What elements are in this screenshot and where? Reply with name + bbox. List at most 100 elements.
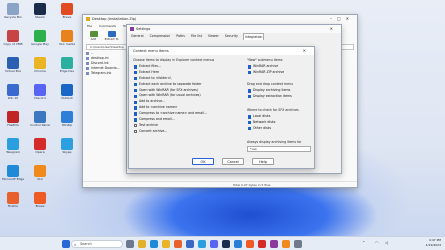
checkbox-label: Open with WinRAR (for usual archives) [139, 93, 201, 98]
search-box[interactable]: ⌕ Search [71, 240, 123, 248]
start-icon[interactable] [62, 240, 70, 248]
desktop-icon[interactable]: Brave [29, 192, 51, 209]
desktop-icon[interactable]: Firefox [2, 192, 24, 209]
checkbox-checked-icon[interactable] [248, 121, 252, 125]
desktop-icon[interactable]: Outlook [56, 84, 78, 101]
window-controls[interactable]: –□✕ [330, 15, 354, 23]
checkbox-checked-icon[interactable] [134, 118, 138, 122]
checkbox-checked-icon[interactable] [248, 89, 252, 93]
app-icon [61, 138, 73, 150]
desktop-icon[interactable]: Chrome [29, 57, 51, 74]
settings-icon[interactable] [294, 240, 302, 248]
checkbox-unchecked-icon[interactable] [134, 129, 138, 134]
chrome-icon[interactable] [162, 240, 170, 248]
app-icon [34, 3, 46, 15]
help-button[interactable]: Help [252, 158, 274, 165]
add-button[interactable]: Add [86, 30, 101, 43]
system-clock[interactable]: 4:47 PM 1/19/2024 [426, 238, 441, 248]
checkbox-checked-icon[interactable] [248, 71, 252, 75]
store-icon[interactable] [186, 240, 194, 248]
checkbox-item[interactable]: Convert archive... [133, 129, 237, 135]
checkbox-checked-icon[interactable] [134, 82, 138, 87]
left-group-label: Choose items to display in Explorer cont… [133, 58, 215, 62]
checkbox-checked-icon[interactable] [248, 65, 252, 69]
checkbox-checked-icon[interactable] [134, 106, 138, 110]
settings-titlebar[interactable]: Settings ✕ [127, 25, 341, 33]
checkbox-checked-icon[interactable] [248, 126, 252, 131]
winrar-titlebar[interactable]: Desktop (Installation.Zip) –□✕ [83, 15, 357, 23]
tab-viewer[interactable]: Viewer [207, 33, 220, 40]
desktop-icon[interactable]: Copy of VMB [2, 30, 24, 47]
task-view-icon[interactable] [126, 240, 134, 248]
checkbox-checked-icon[interactable] [248, 95, 252, 99]
telegram-icon[interactable] [198, 240, 206, 248]
context-menu-titlebar[interactable]: Context menu items ✕ [129, 47, 314, 55]
desktop-icon[interactable]: FileZilla [2, 111, 24, 128]
where-list: Local disks Network disks Other disks [247, 114, 311, 132]
desktop-icon[interactable]: Opera [29, 138, 51, 155]
firefox-icon[interactable] [174, 240, 182, 248]
checkbox-label: Extract Here [139, 69, 159, 74]
desktop-icon[interactable]: VLC media [56, 30, 78, 47]
desktop-icon-label: Outlook [61, 97, 73, 100]
desktop-icon[interactable]: WinZip [56, 111, 78, 128]
vscode-icon[interactable] [234, 240, 242, 248]
checkbox-checked-icon[interactable] [134, 71, 138, 75]
wifi-icon[interactable]: ◠ [375, 240, 379, 245]
checkbox-label: WinRAR archive [253, 64, 279, 68]
close-icon[interactable]: ✕ [330, 25, 338, 33]
ok-button[interactable]: OK [192, 158, 214, 165]
checkbox-checked-icon[interactable] [134, 100, 138, 104]
brave-icon[interactable] [246, 240, 254, 248]
desktop-icon-label: Recycle Bin [4, 16, 22, 19]
drag-drop-list: Display archiving items Display extractio… [247, 88, 311, 100]
desktop-icon[interactable]: Recycle Bin [2, 3, 24, 20]
checkbox-checked-icon[interactable] [134, 76, 138, 81]
speaker-icon[interactable]: ◁ [385, 240, 388, 245]
discord-icon[interactable] [210, 240, 218, 248]
checkbox-checked-icon[interactable] [134, 112, 138, 116]
close-icon[interactable]: ✕ [303, 47, 311, 55]
menu-commands[interactable]: Commands [99, 24, 116, 28]
desktop-icon[interactable]: Win 10 [2, 84, 24, 101]
menu-file[interactable]: File [87, 24, 92, 28]
desktop-icon[interactable]: Virtual Box [2, 57, 24, 74]
checkbox-item[interactable]: Display extraction items [247, 94, 311, 100]
desktop-icon[interactable]: Brave [56, 3, 78, 20]
always-display-input[interactable]: *.iso [247, 146, 311, 152]
steam-icon[interactable] [222, 240, 230, 248]
app-icon [61, 57, 73, 69]
explorer-icon[interactable] [138, 240, 146, 248]
checkbox-checked-icon[interactable] [134, 65, 138, 69]
desktop-icon[interactable]: Telegram [2, 138, 24, 155]
desktop-icon[interactable]: VLC [29, 165, 51, 182]
checkbox-item[interactable]: Other disks [247, 126, 311, 132]
tab-security[interactable]: Security [224, 33, 239, 40]
edge-icon[interactable] [150, 240, 158, 248]
desktop-icon[interactable]: Skype [56, 138, 78, 155]
desktop-icon[interactable]: Edge Dev [56, 57, 78, 74]
checkbox-checked-icon[interactable] [248, 115, 252, 119]
checkbox-unchecked-icon[interactable] [134, 124, 138, 128]
context-menu-items-dialog[interactable]: Context menu items ✕ Choose items to dis… [128, 46, 315, 169]
checkbox-checked-icon[interactable] [134, 88, 138, 93]
vlc-icon[interactable] [282, 240, 290, 248]
tab-compression[interactable]: Compression [149, 33, 172, 40]
new-submenu-label: "New" submenu items [247, 58, 283, 62]
extract-to-button[interactable]: Extract To [104, 30, 119, 43]
opera-icon[interactable] [258, 240, 266, 248]
checkbox-checked-icon[interactable] [134, 94, 138, 99]
desktop-icon[interactable]: Microsoft Edge [2, 165, 24, 182]
tab-file-list[interactable]: File list [190, 33, 203, 40]
tab-paths[interactable]: Paths [175, 33, 186, 40]
cancel-button[interactable]: Cancel [222, 158, 244, 165]
desktop-icon[interactable]: Control Panel [29, 111, 51, 128]
winrar-icon[interactable] [270, 240, 278, 248]
desktop-icon[interactable]: Discord [29, 84, 51, 101]
desktop-icon[interactable]: Google Play [29, 30, 51, 47]
chevron-up-icon[interactable]: ⌃ [362, 240, 365, 245]
tab-integration[interactable]: Integration [242, 33, 265, 40]
checkbox-item[interactable]: WinRAR ZIP archive [247, 70, 311, 76]
tab-general[interactable]: General [130, 33, 145, 40]
desktop-icon[interactable]: Steam [29, 3, 51, 20]
